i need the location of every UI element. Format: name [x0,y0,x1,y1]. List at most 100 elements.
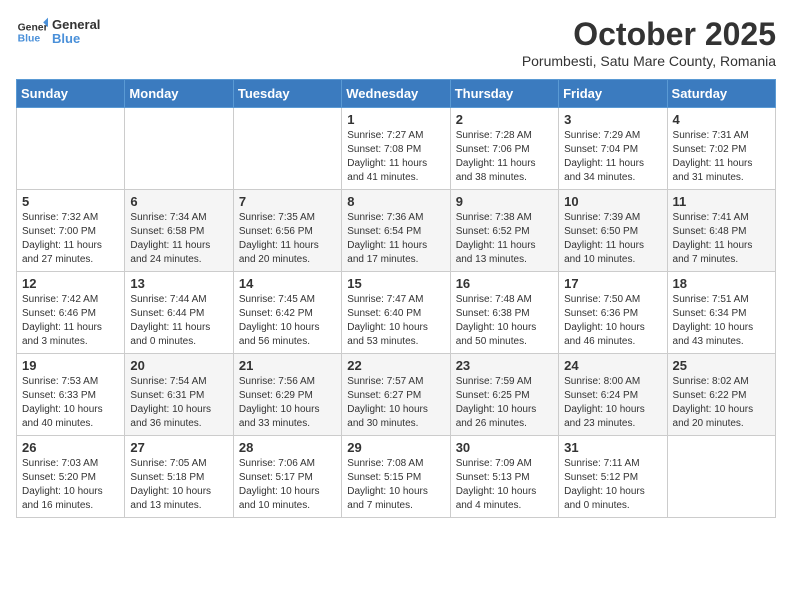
weekday-header-thursday: Thursday [450,80,558,108]
day-info: Sunrise: 7:34 AM Sunset: 6:58 PM Dayligh… [130,211,227,267]
day-number: 31 [564,440,661,455]
day-info: Sunrise: 8:02 AM Sunset: 6:22 PM Dayligh… [673,375,770,431]
logo-text-general: General [52,18,100,32]
day-number: 21 [239,358,336,373]
calendar-cell: 27 Sunrise: 7:05 AM Sunset: 5:18 PM Dayli… [125,436,233,518]
calendar-cell [667,436,775,518]
day-info: Sunrise: 7:44 AM Sunset: 6:44 PM Dayligh… [130,293,227,349]
day-number: 15 [347,276,444,291]
day-number: 29 [347,440,444,455]
calendar-cell: 18Sunrise: 7:51 AM Sunset: 6:34 PM Dayli… [667,272,775,354]
calendar-cell: 21Sunrise: 7:56 AM Sunset: 6:29 PM Dayli… [233,354,341,436]
calendar-cell: 19 Sunrise: 7:53 AM Sunset: 6:33 PM Dayli… [17,354,125,436]
day-number: 20 [130,358,227,373]
day-number: 28 [239,440,336,455]
day-info: Sunrise: 7:32 AM Sunset: 7:00 PM Dayligh… [22,211,119,267]
calendar-cell: 14 Sunrise: 7:45 AM Sunset: 6:42 PM Dayli… [233,272,341,354]
day-number: 12 [22,276,119,291]
calendar-cell: 24 Sunrise: 8:00 AM Sunset: 6:24 PM Dayli… [559,354,667,436]
day-number: 9 [456,194,553,209]
calendar-cell: 11 Sunrise: 7:41 AM Sunset: 6:48 PM Dayli… [667,190,775,272]
calendar-cell: 8 Sunrise: 7:36 AM Sunset: 6:54 PM Daylig… [342,190,450,272]
calendar-cell: 17Sunrise: 7:50 AM Sunset: 6:36 PM Dayli… [559,272,667,354]
day-number: 1 [347,112,444,127]
calendar-week-2: 5 Sunrise: 7:32 AM Sunset: 7:00 PM Daylig… [17,190,776,272]
weekday-header-row: SundayMondayTuesdayWednesdayThursdayFrid… [17,80,776,108]
calendar-cell: 30 Sunrise: 7:09 AM Sunset: 5:13 PM Dayli… [450,436,558,518]
calendar-cell: 31Sunrise: 7:11 AM Sunset: 5:12 PM Dayli… [559,436,667,518]
day-info: Sunrise: 7:53 AM Sunset: 6:33 PM Dayligh… [22,375,119,431]
calendar-cell: 20 Sunrise: 7:54 AM Sunset: 6:31 PM Dayli… [125,354,233,436]
logo-text-blue: Blue [52,32,100,46]
svg-text:Blue: Blue [18,34,41,45]
day-number: 11 [673,194,770,209]
weekday-header-saturday: Saturday [667,80,775,108]
calendar-cell: 6Sunrise: 7:34 AM Sunset: 6:58 PM Daylig… [125,190,233,272]
day-info: Sunrise: 7:42 AM Sunset: 6:46 PM Dayligh… [22,293,119,349]
calendar-cell: 12 Sunrise: 7:42 AM Sunset: 6:46 PM Dayli… [17,272,125,354]
day-number: 5 [22,194,119,209]
day-info: Sunrise: 7:47 AM Sunset: 6:40 PM Dayligh… [347,293,444,349]
day-number: 14 [239,276,336,291]
calendar-cell: 13 Sunrise: 7:44 AM Sunset: 6:44 PM Dayli… [125,272,233,354]
calendar-cell: 29 Sunrise: 7:08 AM Sunset: 5:15 PM Dayli… [342,436,450,518]
logo: General Blue General Blue [16,16,100,48]
weekday-header-friday: Friday [559,80,667,108]
day-info: Sunrise: 7:31 AM Sunset: 7:02 PM Dayligh… [673,129,770,185]
day-info: Sunrise: 7:54 AM Sunset: 6:31 PM Dayligh… [130,375,227,431]
calendar-cell: 15 Sunrise: 7:47 AM Sunset: 6:40 PM Dayli… [342,272,450,354]
calendar-cell: 10 Sunrise: 7:39 AM Sunset: 6:50 PM Dayli… [559,190,667,272]
calendar-cell: 25 Sunrise: 8:02 AM Sunset: 6:22 PM Dayli… [667,354,775,436]
calendar-cell: 4 Sunrise: 7:31 AM Sunset: 7:02 PM Daylig… [667,108,775,190]
page-header: General Blue General Blue October 2025 P… [16,16,776,69]
calendar-week-3: 12 Sunrise: 7:42 AM Sunset: 6:46 PM Dayli… [17,272,776,354]
calendar-week-4: 19 Sunrise: 7:53 AM Sunset: 6:33 PM Dayli… [17,354,776,436]
calendar-cell: 22 Sunrise: 7:57 AM Sunset: 6:27 PM Dayli… [342,354,450,436]
day-info: Sunrise: 7:57 AM Sunset: 6:27 PM Dayligh… [347,375,444,431]
day-info: Sunrise: 8:00 AM Sunset: 6:24 PM Dayligh… [564,375,661,431]
weekday-header-monday: Monday [125,80,233,108]
weekday-header-sunday: Sunday [17,80,125,108]
calendar-week-5: 26Sunrise: 7:03 AM Sunset: 5:20 PM Dayli… [17,436,776,518]
day-number: 30 [456,440,553,455]
day-number: 19 [22,358,119,373]
weekday-header-tuesday: Tuesday [233,80,341,108]
day-number: 2 [456,112,553,127]
calendar-cell: 2Sunrise: 7:28 AM Sunset: 7:06 PM Daylig… [450,108,558,190]
calendar-cell: 3Sunrise: 7:29 AM Sunset: 7:04 PM Daylig… [559,108,667,190]
day-info: Sunrise: 7:39 AM Sunset: 6:50 PM Dayligh… [564,211,661,267]
weekday-header-wednesday: Wednesday [342,80,450,108]
location-subtitle: Porumbesti, Satu Mare County, Romania [522,53,776,69]
day-info: Sunrise: 7:36 AM Sunset: 6:54 PM Dayligh… [347,211,444,267]
day-info: Sunrise: 7:41 AM Sunset: 6:48 PM Dayligh… [673,211,770,267]
calendar-cell [233,108,341,190]
calendar-cell: 28 Sunrise: 7:06 AM Sunset: 5:17 PM Dayli… [233,436,341,518]
calendar-cell: 9Sunrise: 7:38 AM Sunset: 6:52 PM Daylig… [450,190,558,272]
day-info: Sunrise: 7:08 AM Sunset: 5:15 PM Dayligh… [347,457,444,513]
calendar-cell: 26Sunrise: 7:03 AM Sunset: 5:20 PM Dayli… [17,436,125,518]
day-number: 22 [347,358,444,373]
day-number: 27 [130,440,227,455]
day-info: Sunrise: 7:45 AM Sunset: 6:42 PM Dayligh… [239,293,336,349]
day-number: 24 [564,358,661,373]
calendar-cell [17,108,125,190]
day-number: 13 [130,276,227,291]
day-info: Sunrise: 7:09 AM Sunset: 5:13 PM Dayligh… [456,457,553,513]
day-info: Sunrise: 7:48 AM Sunset: 6:38 PM Dayligh… [456,293,553,349]
day-number: 25 [673,358,770,373]
month-title: October 2025 [522,16,776,53]
calendar-cell: 5 Sunrise: 7:32 AM Sunset: 7:00 PM Daylig… [17,190,125,272]
day-number: 23 [456,358,553,373]
day-number: 8 [347,194,444,209]
day-info: Sunrise: 7:35 AM Sunset: 6:56 PM Dayligh… [239,211,336,267]
calendar-cell [125,108,233,190]
day-number: 7 [239,194,336,209]
day-number: 4 [673,112,770,127]
calendar-cell: 23Sunrise: 7:59 AM Sunset: 6:25 PM Dayli… [450,354,558,436]
svg-text:General: General [18,22,48,33]
day-info: Sunrise: 7:06 AM Sunset: 5:17 PM Dayligh… [239,457,336,513]
day-number: 10 [564,194,661,209]
day-info: Sunrise: 7:05 AM Sunset: 5:18 PM Dayligh… [130,457,227,513]
title-block: October 2025 Porumbesti, Satu Mare Count… [522,16,776,69]
day-number: 16 [456,276,553,291]
